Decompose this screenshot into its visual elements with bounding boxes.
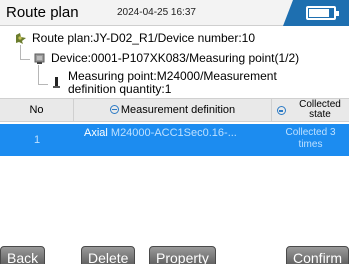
column-state[interactable]: Collected state [272, 99, 349, 121]
tree-connector [20, 45, 30, 60]
row-direction: Axial [84, 127, 108, 139]
sort-icon [109, 105, 119, 114]
column-definition-label: Measurement definition [120, 104, 236, 116]
row-definition: Axial M24000-ACC1Sec0.16-... [84, 127, 270, 139]
tree-device[interactable]: Device:0001-P107XK083/Measuring point(1/… [33, 52, 299, 65]
column-no[interactable]: No [0, 99, 74, 121]
row-state: Collected 3 times [272, 127, 349, 151]
row-no: 1 [33, 134, 41, 146]
tree-device-label: Device:0001-P107XK083/Measuring point(1/… [51, 51, 300, 65]
tree-point[interactable]: Measuring point:M24000/Measurement defin… [50, 70, 277, 96]
column-state-label: Collected state [295, 100, 345, 120]
battery-level [309, 9, 329, 17]
delete-button[interactable]: Delete [81, 246, 136, 264]
column-definition[interactable]: Measurement definition [74, 99, 272, 121]
tree-route-label: Route plan:JY-D02_R1/Device number:10 [32, 31, 256, 45]
tree-connector [38, 65, 48, 85]
sort-icon [277, 106, 286, 115]
row-state-line2: times [298, 139, 323, 150]
tree-route[interactable]: Route plan:JY-D02_R1/Device number:10 [14, 32, 255, 45]
back-button[interactable]: Back [0, 246, 46, 264]
table-header: No Measurement definition Collected stat… [0, 98, 349, 122]
row-state-line1: Collected 3 [285, 127, 336, 138]
table-row[interactable]: 1 Axial M24000-ACC1Sec0.16-... Collected… [0, 124, 349, 156]
route-icon [14, 32, 28, 45]
tree-point-line2: definition quantity:1 [68, 82, 172, 96]
title-bar: Route plan 2024-04-25 16:37 [0, 0, 349, 26]
device-icon [33, 52, 47, 65]
confirm-button[interactable]: Confirm [286, 246, 349, 264]
column-state-line2: state [309, 109, 331, 120]
row-definition-value: M24000-ACC1Sec0.16-... [110, 127, 237, 139]
tree-point-text: Measuring point:M24000/Measurement defin… [68, 70, 277, 96]
battery-icon [306, 6, 339, 20]
property-button[interactable]: Property [149, 246, 216, 264]
page-title: Route plan [6, 4, 79, 21]
datetime: 2024-04-25 16:37 [117, 7, 196, 18]
measuring-point-icon [50, 76, 64, 89]
